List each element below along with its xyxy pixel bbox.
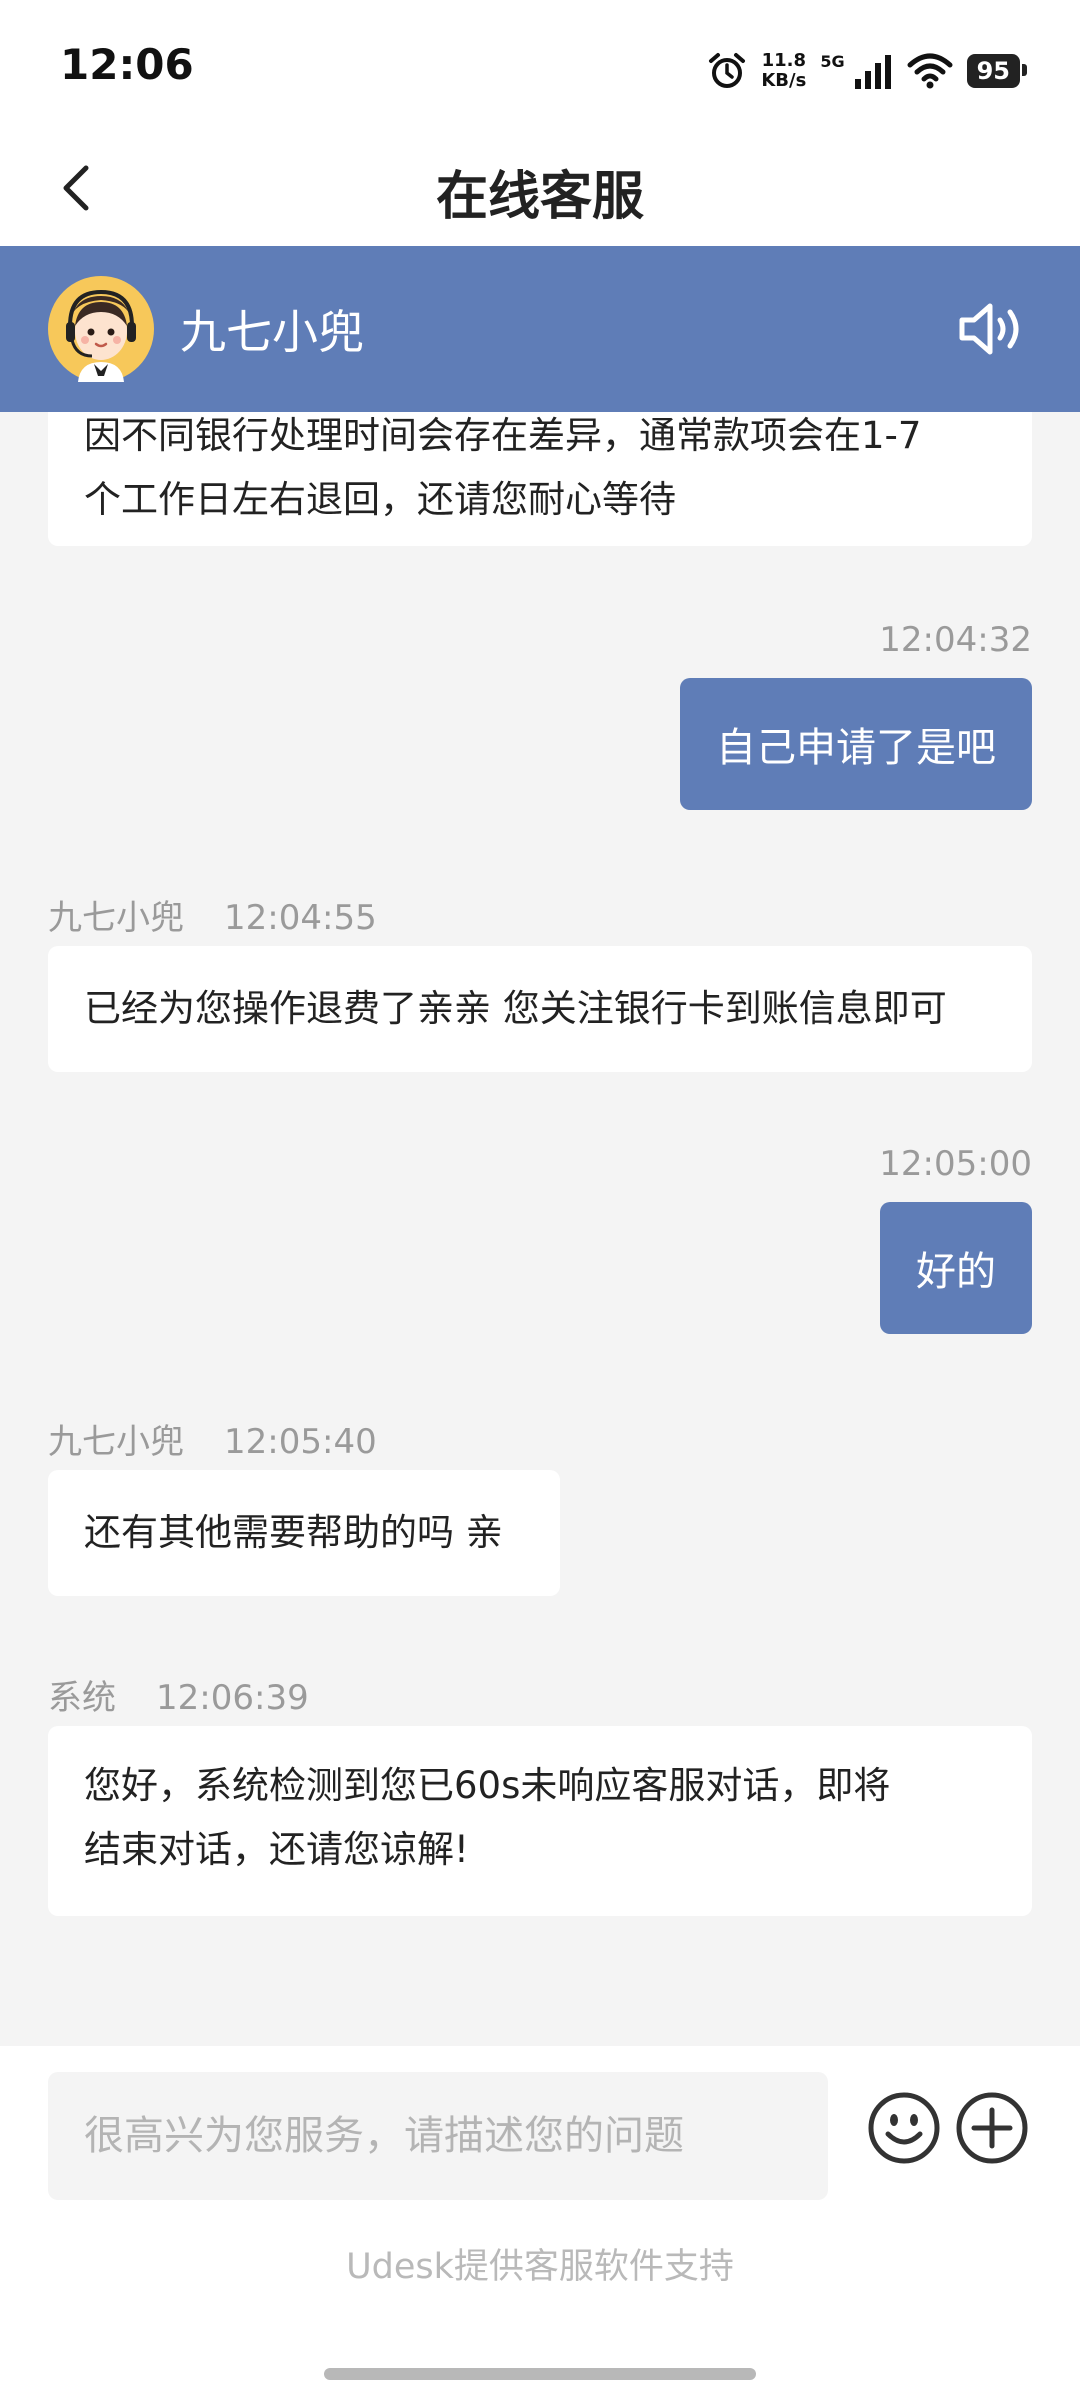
message-meta: 九七小兜 12:05:40 bbox=[48, 1414, 377, 1463]
message-text: 结束对话，还请您谅解! bbox=[84, 1828, 469, 1871]
message-text: 好的 bbox=[916, 1249, 996, 1295]
message-input[interactable] bbox=[48, 2072, 828, 2200]
chat-area[interactable]: 因不同银行处理时间会存在差异，通常款项会在1-7 个工作日左右退回，还请您耐心等… bbox=[0, 412, 1080, 2046]
message-timestamp: 12:05:40 bbox=[224, 1422, 377, 1462]
status-icons: 11.8 KB/s 5G 95 bbox=[707, 46, 1028, 96]
page-title: 在线客服 bbox=[435, 167, 644, 227]
status-bar: 12:06 11.8 KB/s 5G 95 bbox=[0, 0, 1080, 130]
sender-name: 九七小兜 bbox=[48, 1422, 184, 1462]
message-text: 个工作日左右退回，还请您耐心等待 bbox=[84, 478, 676, 521]
agent-name: 九七小兜 bbox=[180, 305, 364, 359]
agent-avatar-icon bbox=[48, 276, 154, 382]
input-footer: Udesk提供客服软件支持 bbox=[0, 2046, 1080, 2400]
message-meta: 九七小兜 12:04:55 bbox=[48, 890, 377, 939]
status-time: 12:06 bbox=[60, 40, 194, 89]
nav-bar: 在线客服 bbox=[0, 130, 1080, 246]
agent-message-bubble: 已经为您操作退费了亲亲 您关注银行卡到账信息即可 bbox=[48, 946, 1032, 1072]
powered-by-text: Udesk提供客服软件支持 bbox=[346, 2247, 734, 2287]
message-timestamp: 12:05:00 bbox=[879, 1144, 1032, 1184]
emoji-button[interactable] bbox=[866, 2090, 942, 2166]
agent-message-bubble: 还有其他需要帮助的吗 亲 bbox=[48, 1470, 560, 1596]
message-timestamp: 12:06:39 bbox=[156, 1678, 309, 1718]
system-message-bubble: 您好，系统检测到您已60s未响应客服对话，即将 结束对话，还请您谅解! bbox=[48, 1726, 1032, 1916]
message-text: 因不同银行处理时间会存在差异，通常款项会在1-7 bbox=[84, 414, 922, 457]
alarm-icon bbox=[707, 51, 747, 91]
message-timestamp: 12:04:55 bbox=[224, 898, 377, 938]
speaker-toggle[interactable] bbox=[956, 298, 1030, 360]
smiley-icon bbox=[868, 2092, 940, 2164]
network-speed-unit: KB/s bbox=[761, 70, 807, 91]
network-type: 5G bbox=[820, 51, 845, 71]
signal-icon bbox=[853, 53, 893, 89]
sender-name: 九七小兜 bbox=[48, 898, 184, 938]
message-meta: 系统 12:06:39 bbox=[48, 1670, 309, 1719]
user-message-bubble: 自己申请了是吧 bbox=[680, 678, 1032, 810]
message-text: 自己申请了是吧 bbox=[716, 725, 996, 771]
message-text: 已经为您操作退费了亲亲 您关注银行卡到账信息即可 bbox=[84, 987, 947, 1030]
agent-header: 九七小兜 bbox=[0, 246, 1080, 412]
battery-indicator: 95 bbox=[966, 54, 1028, 88]
message-text: 还有其他需要帮助的吗 亲 bbox=[84, 1511, 503, 1554]
avatar bbox=[48, 276, 154, 382]
agent-message-bubble: 因不同银行处理时间会存在差异，通常款项会在1-7 个工作日左右退回，还请您耐心等… bbox=[48, 412, 1032, 546]
sender-name: 系统 bbox=[48, 1678, 116, 1718]
network-speed: 11.8 KB/s bbox=[761, 51, 806, 91]
message-text: 您好，系统检测到您已60s未响应客服对话，即将 bbox=[84, 1764, 891, 1807]
wifi-icon bbox=[907, 53, 953, 89]
home-indicator[interactable] bbox=[324, 2368, 756, 2380]
user-message-bubble: 好的 bbox=[880, 1202, 1032, 1334]
more-options-button[interactable] bbox=[954, 2090, 1030, 2166]
speaker-icon bbox=[959, 303, 1019, 355]
network-speed-value: 11.8 bbox=[761, 50, 807, 71]
message-timestamp: 12:04:32 bbox=[879, 620, 1032, 660]
plus-circle-icon bbox=[956, 2092, 1028, 2164]
